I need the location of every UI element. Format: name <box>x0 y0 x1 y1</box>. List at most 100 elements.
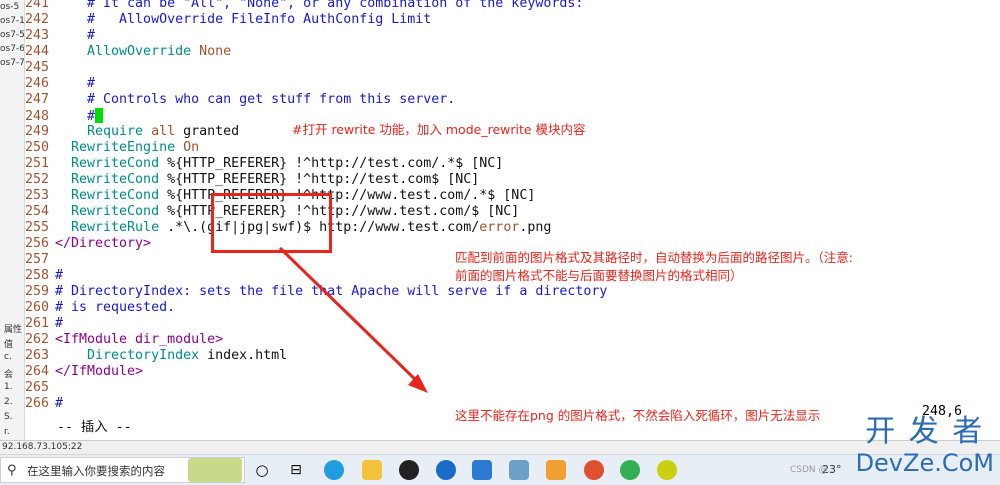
csdn-credit: CSDN @... <box>790 465 837 475</box>
code-line: 259 # DirectoryIndex: sets the file that … <box>25 284 607 300</box>
code-token: %{HTTP_REFERER} !^http://test.com$ [NC] <box>167 172 480 187</box>
line-number: 243 <box>25 28 50 43</box>
line-number: 242 <box>25 12 50 27</box>
line-number: 254 <box>25 204 50 219</box>
code-line: 252 RewriteCond %{HTTP_REFERER} !^http:/… <box>25 172 479 188</box>
edge-icon[interactable] <box>324 460 344 480</box>
line-number: 265 <box>25 380 50 395</box>
code-token: RewriteRule <box>55 220 168 235</box>
annotation-png-warning: 这里不能存在png 的图片格式，不然会陷入死循环，图片无法显示 <box>455 408 821 423</box>
wechat-icon[interactable] <box>620 460 640 480</box>
app-icon[interactable] <box>657 460 677 480</box>
code-line: 258 # <box>25 268 63 284</box>
code-token: On <box>183 140 200 155</box>
highlight-box <box>211 193 332 253</box>
watermark-top: 开 发 者 <box>865 414 985 449</box>
code-token: </IfModule> <box>55 364 144 379</box>
watermark-bottom: DevZe.CoM <box>855 449 994 477</box>
code-token: RewriteCond <box>55 156 168 171</box>
code-line: 244 AllowOverride None <box>25 44 231 60</box>
app-icon[interactable] <box>546 460 566 480</box>
session-item[interactable]: os-5 <box>0 2 19 12</box>
code-token: %{HTTP_REFERER} !^http://test.com/.*$ [N… <box>167 156 504 171</box>
app-icon[interactable] <box>584 460 604 480</box>
line-number: 262 <box>25 332 50 347</box>
line-number: 256 <box>25 236 50 251</box>
line-number: 244 <box>25 44 50 59</box>
line-number: 259 <box>25 284 50 299</box>
line-number: 249 <box>25 124 50 139</box>
annotation-match-line2: 前面的图片格式不能与后面要替换图片的格式相同） <box>455 268 743 283</box>
code-line: 241 # It can be "All", "None", or any co… <box>25 0 583 12</box>
property-item: 值 <box>4 340 14 350</box>
cortana-icon[interactable]: ○ <box>252 460 272 480</box>
property-item: 2. <box>4 397 13 407</box>
code-token: error <box>479 220 520 235</box>
code-token: </Directory> <box>55 236 152 251</box>
code-line: 265 <box>25 380 55 396</box>
code-token: RewriteEngine <box>55 140 184 155</box>
code-token: Require <box>55 124 152 139</box>
code-token: .png <box>519 220 552 235</box>
code-line: 249 Require all granted <box>25 124 239 140</box>
line-number: 247 <box>25 92 50 107</box>
code-token: RewriteCond <box>55 172 168 187</box>
code-token: # Controls who can get stuff from this s… <box>55 92 456 107</box>
line-number: 251 <box>25 156 50 171</box>
dell-icon[interactable] <box>399 460 419 480</box>
status-bar: 92.168.73.105:22 <box>0 440 1000 455</box>
code-token: # <box>55 316 64 331</box>
line-number: 252 <box>25 172 50 187</box>
app-icon[interactable] <box>436 460 456 480</box>
line-number: 241 <box>25 0 50 11</box>
code-line: 251 RewriteCond %{HTTP_REFERER} !^http:/… <box>25 156 503 172</box>
file-explorer-icon[interactable] <box>362 460 382 480</box>
line-number: 257 <box>25 252 50 267</box>
task-view-icon[interactable]: ⊟ <box>286 460 306 480</box>
code-token: DirectoryIndex <box>55 348 208 363</box>
line-number: 258 <box>25 268 50 283</box>
line-number: 255 <box>25 220 50 235</box>
session-item[interactable]: os7-6 <box>0 44 24 54</box>
code-token: # <box>55 76 96 91</box>
line-number: 250 <box>25 140 50 155</box>
code-line: 264 </IfModule> <box>25 364 143 380</box>
code-token: # <box>55 28 96 43</box>
property-item: c. <box>4 352 12 362</box>
code-token: granted <box>183 124 240 139</box>
line-number: 263 <box>25 348 50 363</box>
code-line: 263 DirectoryIndex index.html <box>25 348 287 364</box>
ssh-address: 92.168.73.105:22 <box>2 442 83 452</box>
code-token: # is requested. <box>55 300 176 315</box>
code-token: # AllowOverride FileInfo AuthConfig Limi… <box>55 12 432 27</box>
watermark: 开 发 者 DevZe.CoM <box>856 414 994 476</box>
property-item: 1. <box>4 382 13 392</box>
code-line: 248 # <box>25 108 104 124</box>
session-item[interactable]: os7-7 <box>0 58 24 68</box>
code-token: index.html <box>207 348 288 363</box>
session-item[interactable]: os7-1 <box>0 16 24 26</box>
annotation-rewrite: #打开 rewrite 功能，加入 mode_rewrite 模块内容 <box>292 122 586 137</box>
code-token: # <box>55 109 96 124</box>
code-token: RewriteCond <box>55 204 168 219</box>
weather-widget-icon[interactable] <box>188 458 242 482</box>
property-item: 属性 <box>4 325 23 335</box>
vim-editor[interactable]: 241 # It can be "All", "None", or any co… <box>25 0 1000 440</box>
mail-icon[interactable] <box>472 460 492 480</box>
line-number: 245 <box>25 60 50 75</box>
code-line: 256 </Directory> <box>25 236 151 252</box>
session-item[interactable]: os7-5 <box>0 30 24 40</box>
app-icon[interactable] <box>509 460 529 480</box>
code-line: 257 <box>25 252 55 268</box>
line-number: 264 <box>25 364 50 379</box>
line-number: 260 <box>25 300 50 315</box>
line-number: 248 <box>25 109 50 124</box>
code-token: AllowOverride <box>55 44 200 59</box>
code-line: 242 # AllowOverride FileInfo AuthConfig … <box>25 12 431 28</box>
code-token: all <box>151 124 184 139</box>
line-number: 253 <box>25 188 50 203</box>
code-token: None <box>199 44 232 59</box>
text-cursor <box>95 108 104 123</box>
code-token: # <box>55 268 64 283</box>
code-line: 247 # Controls who can get stuff from th… <box>25 92 455 108</box>
